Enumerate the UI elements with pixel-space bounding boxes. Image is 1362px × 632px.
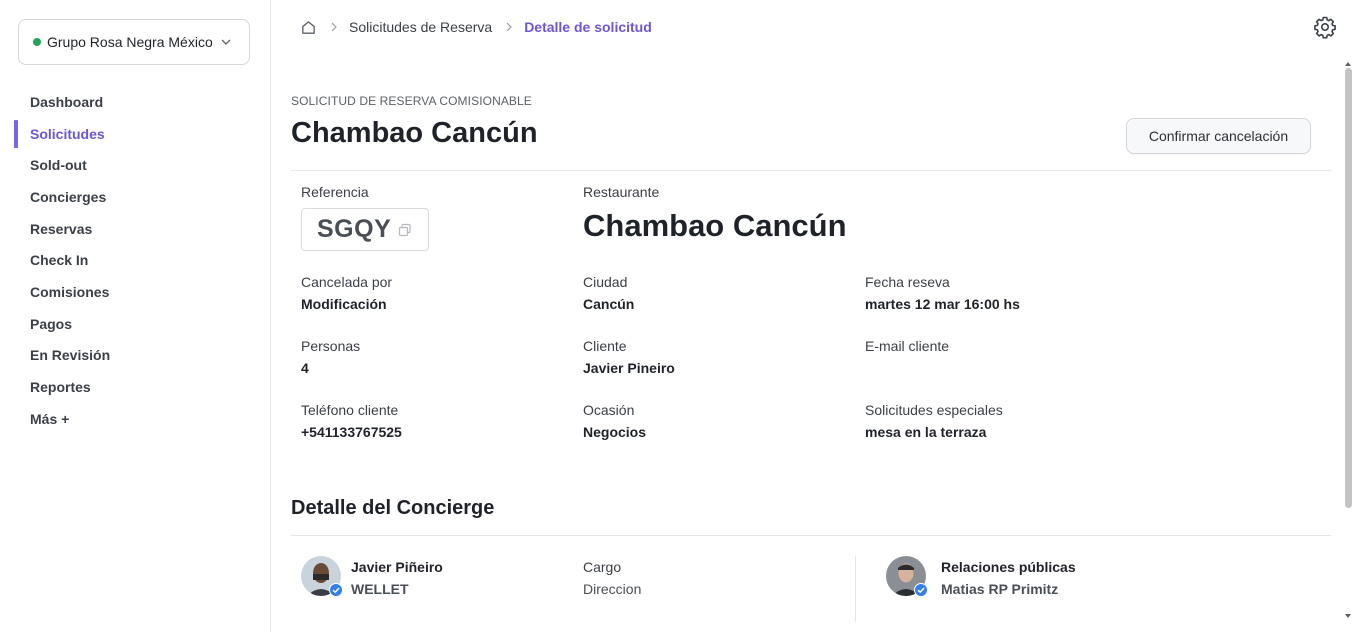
sidebar-item-sold-out[interactable]: Sold-out <box>0 149 270 181</box>
scroll-up-icon[interactable] <box>1344 60 1352 68</box>
page-title: Chambao Cancún <box>291 117 538 149</box>
sidebar-item-solicitudes[interactable]: Solicitudes <box>0 118 270 150</box>
scroll-down-icon[interactable] <box>1344 612 1352 620</box>
reservation-date-value: martes 12 mar 16:00 hs <box>865 296 1020 312</box>
people-value: 4 <box>301 360 309 376</box>
sidebar-item-check-in[interactable]: Check In <box>0 244 270 276</box>
verified-icon <box>914 583 928 597</box>
pr-name: Matias RP Primitz <box>941 581 1059 597</box>
scrollbar[interactable] <box>1342 62 1354 624</box>
chevron-down-icon <box>221 39 231 45</box>
cancelled-by-value: Modificación <box>301 296 387 312</box>
sidebar-item-en-revision[interactable]: En Revisión <box>0 340 270 372</box>
organization-name: Grupo Rosa Negra México <box>47 34 213 50</box>
breadcrumb-solicitudes-link[interactable]: Solicitudes de Reserva <box>349 19 492 35</box>
concierge-company: WELLET <box>351 581 409 597</box>
confirm-cancellation-button[interactable]: Confirmar cancelación <box>1126 118 1311 154</box>
city-label: Ciudad <box>583 274 628 290</box>
sidebar: Grupo Rosa Negra México Dashboard Solici… <box>0 0 271 632</box>
breadcrumb-current: Detalle de solicitud <box>524 19 652 35</box>
sidebar-item-comisiones[interactable]: Comisiones <box>0 276 270 308</box>
client-label: Cliente <box>583 338 627 354</box>
occasion-label: Ocasión <box>583 402 635 418</box>
client-phone-value: +541133767525 <box>301 424 402 440</box>
restaurant-name: Chambao Cancún <box>583 208 847 243</box>
sidebar-item-mas[interactable]: Más + <box>0 403 270 435</box>
occasion-value: Negocios <box>583 424 647 440</box>
role-label: Cargo <box>583 559 622 575</box>
sidebar-item-concierges[interactable]: Concierges <box>0 181 270 213</box>
special-requests-label: Solicitudes especiales <box>865 402 1003 418</box>
divider <box>291 535 1331 536</box>
client-email-label: E-mail cliente <box>865 338 950 354</box>
reference-code: SGQY <box>317 215 392 243</box>
gear-icon[interactable] <box>1313 15 1337 39</box>
home-icon[interactable] <box>300 19 317 36</box>
sidebar-nav: Dashboard Solicitudes Sold-out Concierge… <box>0 86 270 435</box>
people-label: Personas <box>301 338 361 354</box>
avatar <box>886 556 928 597</box>
breadcrumb: Solicitudes de Reserva Detalle de solici… <box>300 16 652 38</box>
special-requests-value: mesa en la terraza <box>865 424 987 440</box>
divider <box>291 170 1331 171</box>
sidebar-item-pagos[interactable]: Pagos <box>0 308 270 340</box>
sidebar-item-dashboard[interactable]: Dashboard <box>0 86 270 118</box>
chevron-right-icon <box>503 21 515 33</box>
avatar <box>301 556 343 597</box>
sidebar-item-reportes[interactable]: Reportes <box>0 371 270 403</box>
vertical-divider <box>855 556 856 622</box>
reference-box: SGQY <box>301 208 429 251</box>
chevron-right-icon <box>328 21 340 33</box>
cancelled-by-label: Cancelada por <box>301 274 393 290</box>
reservation-date-label: Fecha reseva <box>865 274 950 290</box>
city-value: Cancún <box>583 296 635 312</box>
restaurant-label: Restaurante <box>583 184 660 200</box>
status-dot <box>33 38 41 46</box>
page-eyebrow: SOLICITUD DE RESERVA COMISIONABLE <box>291 94 532 108</box>
sidebar-item-reservas[interactable]: Reservas <box>0 213 270 245</box>
pr-title: Relaciones públicas <box>941 559 1076 575</box>
concierge-name: Javier Piñeiro <box>351 559 443 575</box>
client-phone-label: Teléfono cliente <box>301 402 399 418</box>
role-value: Direccion <box>583 581 642 597</box>
concierge-section-title: Detalle del Concierge <box>291 497 495 519</box>
reference-label: Referencia <box>301 184 369 200</box>
organization-selector[interactable]: Grupo Rosa Negra México <box>18 19 250 65</box>
client-value: Javier Pineiro <box>583 360 675 376</box>
scrollbar-thumb[interactable] <box>1345 68 1352 508</box>
copy-icon[interactable] <box>398 223 412 237</box>
verified-icon <box>329 583 343 597</box>
